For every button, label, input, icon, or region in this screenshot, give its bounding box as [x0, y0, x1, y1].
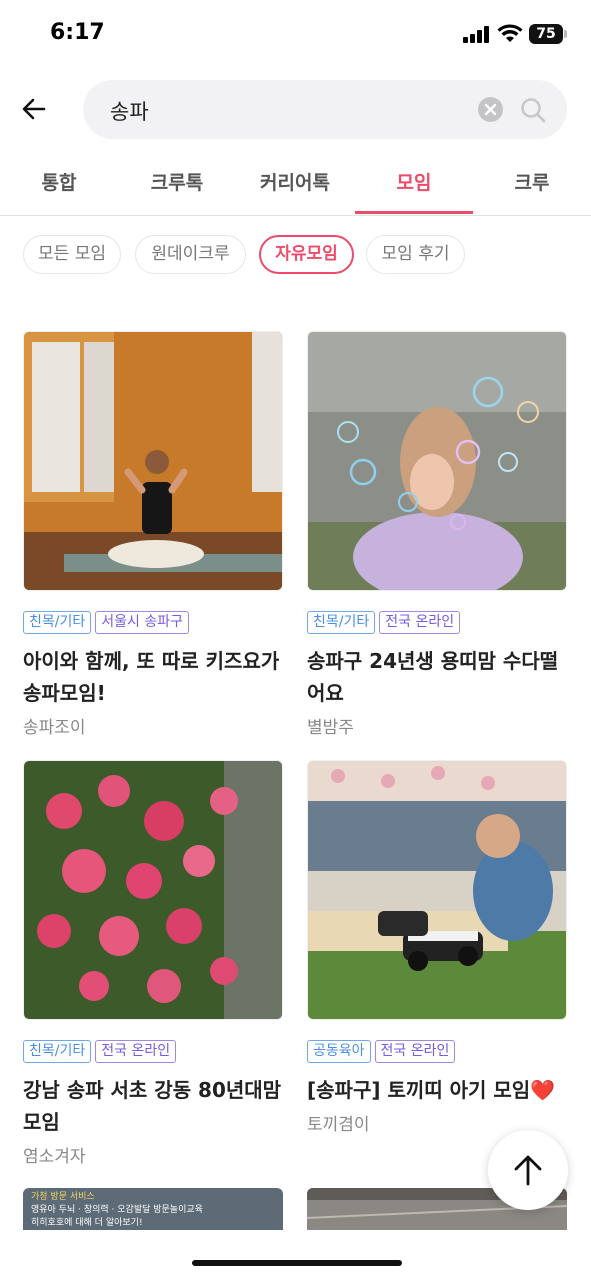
- bubbles-photo: [307, 331, 567, 591]
- roses-photo: [23, 760, 283, 1020]
- battery-cap: [564, 30, 567, 38]
- chip-meetup-reviews[interactable]: 모임 후기: [366, 235, 465, 274]
- meetup-card-peek[interactable]: 가정 방문 서비스 영유아 두뇌 · 창의력 · 오감발달 방문놀이교육 히히호…: [23, 1188, 283, 1230]
- region-tag: 전국 온라인: [95, 1040, 177, 1063]
- meetup-card[interactable]: 공동육아 전국 온라인 [송파구] 토끼띠 아기 모임❤️ 토끼겸이: [307, 760, 567, 1135]
- meetup-card[interactable]: 친목/기타 서울시 송파구 아이와 함께, 또 따로 키즈요가 송파모임! 송파조…: [23, 331, 283, 738]
- wifi-icon: [497, 24, 523, 42]
- chip-all-meetups[interactable]: 모든 모임: [23, 235, 121, 274]
- category-tag: 공동육아: [307, 1040, 371, 1063]
- search-icon[interactable]: [519, 96, 547, 124]
- tab-crew[interactable]: 크루: [473, 168, 591, 195]
- chip-oneday-crew[interactable]: 원데이크루: [135, 235, 246, 274]
- back-arrow-icon[interactable]: [18, 93, 50, 125]
- search-input[interactable]: 송파: [110, 96, 149, 126]
- meetup-card[interactable]: 친목/기타 전국 온라인 강남 송파 서초 강동 80년대맘 모임 염소겨자: [23, 760, 283, 1167]
- region-tag: 전국 온라인: [374, 1040, 456, 1063]
- home-indicator: [192, 1260, 402, 1266]
- meetup-card[interactable]: 친목/기타 전국 온라인 송파구 24년생 용띠맘 수다떨어요 별밤주: [307, 331, 567, 738]
- battery-level: 75: [529, 24, 563, 44]
- card-tags: 친목/기타 전국 온라인: [307, 611, 567, 635]
- clear-icon[interactable]: [478, 97, 503, 122]
- region-tag: 전국 온라인: [379, 611, 461, 634]
- toy-car-photo: [307, 760, 567, 1020]
- chip-free-meetup[interactable]: 자유모임: [259, 235, 354, 274]
- status-time: 6:17: [50, 20, 105, 45]
- category-tag: 친목/기타: [23, 611, 92, 634]
- peek-line: 가정 방문 서비스: [31, 1192, 95, 1202]
- active-tab-indicator: [355, 211, 473, 214]
- yoga-photo: [23, 331, 283, 591]
- card-author: 염소겨자: [23, 1147, 86, 1167]
- scroll-top-button[interactable]: [488, 1130, 568, 1210]
- peek-line: 히히호호에 대해 더 알아보기!: [31, 1218, 143, 1228]
- card-title: [송파구] 토끼띠 아기 모임❤️: [307, 1078, 556, 1102]
- tab-career-talk[interactable]: 커리어톡: [236, 168, 354, 195]
- card-tags: 공동육아 전국 온라인: [307, 1040, 567, 1064]
- tab-all[interactable]: 통합: [0, 168, 118, 195]
- category-tag: 친목/기타: [307, 611, 376, 634]
- status-bar: 6:17 75: [0, 0, 591, 70]
- tab-crew-talk[interactable]: 크루톡: [118, 168, 236, 195]
- card-title: 아이와 함께, 또 따로 키즈요가 송파모임!: [23, 649, 280, 705]
- card-author: 별밤주: [307, 718, 354, 738]
- tab-meetups[interactable]: 모임: [355, 168, 473, 195]
- peek-line: 영유아 두뇌 · 창의력 · 오감발달 방문놀이교육: [31, 1205, 203, 1215]
- card-title: 강남 송파 서초 강동 80년대맘 모임: [23, 1078, 282, 1134]
- region-tag: 서울시 송파구: [95, 611, 189, 634]
- category-tag: 친목/기타: [23, 1040, 92, 1063]
- signal-icon: [463, 26, 489, 43]
- card-tags: 친목/기타 서울시 송파구: [23, 611, 283, 635]
- card-title: 송파구 24년생 용띠맘 수다떨어요: [307, 649, 559, 705]
- scroll-top-icon: [514, 1155, 542, 1186]
- card-author: 송파조이: [23, 718, 86, 738]
- card-tags: 친목/기타 전국 온라인: [23, 1040, 283, 1064]
- search-bar[interactable]: 송파: [83, 80, 567, 139]
- category-tabs: 통합 크루톡 커리어톡 모임 크루: [0, 150, 591, 216]
